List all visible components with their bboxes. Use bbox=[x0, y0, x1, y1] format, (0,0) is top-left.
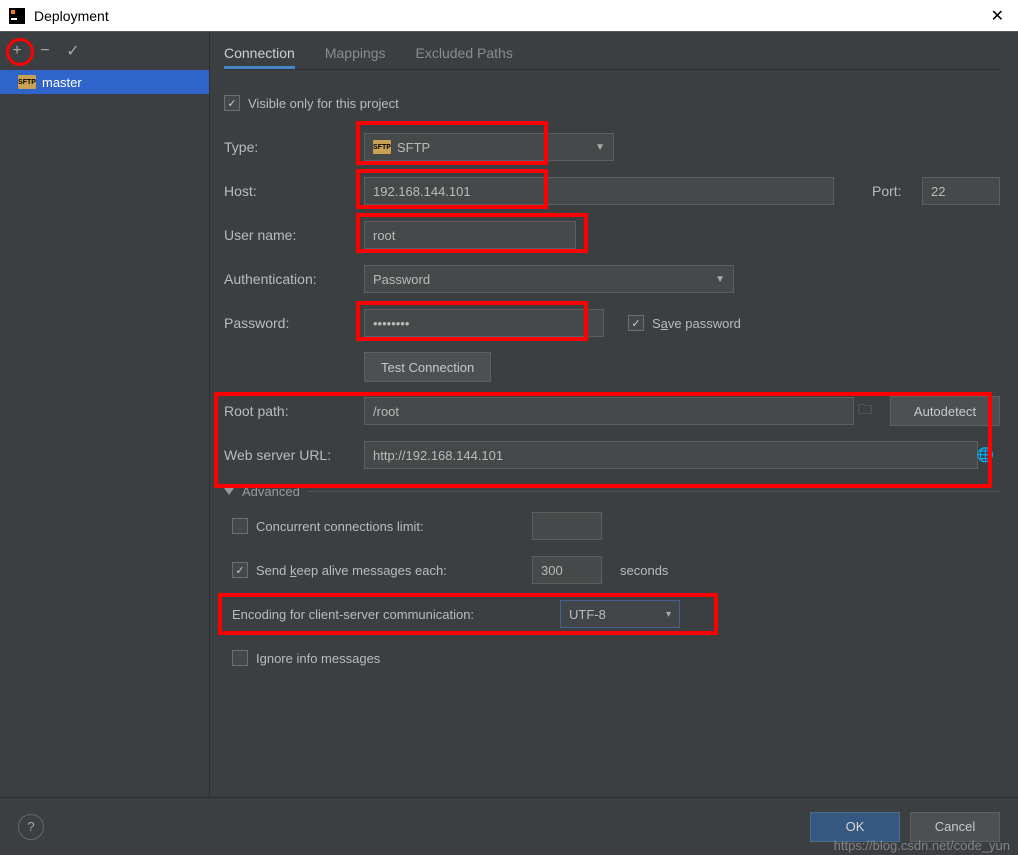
keepalive-label: Send keep alive messages each: bbox=[256, 563, 447, 578]
encoding-combo[interactable]: UTF-8 ▾ bbox=[560, 600, 680, 628]
username-label: User name: bbox=[224, 227, 364, 243]
username-input[interactable] bbox=[364, 221, 576, 249]
row-type: Type: SFTP SFTP ▼ bbox=[224, 132, 1000, 162]
chevron-down-icon bbox=[224, 488, 234, 495]
type-value: SFTP bbox=[397, 140, 430, 155]
auth-value: Password bbox=[373, 272, 430, 287]
weburl-label: Web server URL: bbox=[224, 447, 364, 463]
content-panel: Connection Mappings Excluded Paths ✓ Vis… bbox=[210, 32, 1018, 797]
save-password-checkbox[interactable]: ✓ Save password bbox=[628, 315, 741, 331]
row-password: Password: ✓ Save password bbox=[224, 308, 1000, 338]
row-username: User name: bbox=[224, 220, 1000, 250]
ignore-info-label: Ignore info messages bbox=[256, 651, 380, 666]
save-password-label: Save password bbox=[652, 316, 741, 331]
row-ignore-info: Ignore info messages bbox=[224, 643, 1000, 673]
sidebar: + − ✓ SFTP master bbox=[0, 32, 210, 797]
close-icon[interactable]: ✕ bbox=[985, 6, 1010, 26]
chevron-down-icon: ▼ bbox=[707, 274, 725, 285]
sftp-icon: SFTP bbox=[373, 140, 391, 154]
advanced-header[interactable]: Advanced bbox=[224, 484, 1000, 499]
row-concurrent: Concurrent connections limit: bbox=[224, 511, 1000, 541]
advanced-label: Advanced bbox=[242, 484, 300, 499]
chevron-down-icon: ▼ bbox=[587, 142, 605, 153]
sftp-icon: SFTP bbox=[18, 75, 36, 89]
row-visible-only: ✓ Visible only for this project bbox=[224, 88, 1000, 118]
remove-icon[interactable]: − bbox=[36, 42, 54, 60]
ignore-info-checkbox[interactable]: Ignore info messages bbox=[232, 650, 380, 666]
password-label: Password: bbox=[224, 315, 364, 331]
concurrent-checkbox[interactable]: Concurrent connections limit: bbox=[232, 518, 532, 534]
add-icon[interactable]: + bbox=[8, 42, 26, 60]
password-input[interactable] bbox=[364, 309, 604, 337]
app-icon bbox=[8, 7, 26, 25]
ok-button[interactable]: OK bbox=[810, 812, 900, 842]
chevron-down-icon: ▾ bbox=[658, 609, 671, 620]
keepalive-unit: seconds bbox=[620, 563, 668, 578]
port-label: Port: bbox=[872, 183, 922, 199]
test-connection-button[interactable]: Test Connection bbox=[364, 352, 491, 382]
row-keepalive: ✓ Send keep alive messages each: seconds bbox=[224, 555, 1000, 585]
footer: ? OK Cancel bbox=[0, 797, 1018, 855]
type-label: Type: bbox=[224, 139, 364, 155]
sidebar-item-master[interactable]: SFTP master bbox=[0, 70, 209, 94]
folder-icon[interactable]: 🗀 bbox=[858, 399, 872, 423]
dialog-body: + − ✓ SFTP master Connection Mappings Ex… bbox=[0, 32, 1018, 855]
weburl-input[interactable] bbox=[364, 441, 978, 469]
titlebar: Deployment ✕ bbox=[0, 0, 1018, 32]
visible-only-label: Visible only for this project bbox=[248, 96, 399, 111]
row-rootpath: Root path: 🗀 Autodetect bbox=[224, 396, 1000, 426]
rootpath-label: Root path: bbox=[224, 403, 364, 419]
visible-only-checkbox[interactable]: ✓ Visible only for this project bbox=[224, 95, 399, 111]
tab-mappings[interactable]: Mappings bbox=[325, 45, 386, 69]
type-combo[interactable]: SFTP SFTP ▼ bbox=[364, 133, 614, 161]
host-label: Host: bbox=[224, 183, 364, 199]
row-encoding: Encoding for client-server communication… bbox=[224, 599, 1000, 629]
check-icon: ✓ bbox=[628, 315, 644, 331]
host-input[interactable] bbox=[364, 177, 834, 205]
tabs: Connection Mappings Excluded Paths bbox=[224, 32, 1000, 70]
row-auth: Authentication: Password ▼ bbox=[224, 264, 1000, 294]
tab-excluded[interactable]: Excluded Paths bbox=[416, 45, 513, 69]
check-icon bbox=[232, 518, 248, 534]
tab-connection[interactable]: Connection bbox=[224, 45, 295, 69]
help-button[interactable]: ? bbox=[18, 814, 44, 840]
apply-icon[interactable]: ✓ bbox=[64, 41, 82, 61]
rootpath-input[interactable] bbox=[364, 397, 854, 425]
keepalive-input[interactable] bbox=[532, 556, 602, 584]
port-input[interactable] bbox=[922, 177, 1000, 205]
globe-icon[interactable]: 🌐 bbox=[977, 447, 994, 464]
auth-combo[interactable]: Password ▼ bbox=[364, 265, 734, 293]
row-test: Test Connection bbox=[224, 352, 1000, 382]
encoding-label: Encoding for client-server communication… bbox=[232, 607, 560, 622]
check-icon: ✓ bbox=[232, 562, 248, 578]
server-name-label: master bbox=[42, 75, 82, 90]
window-title: Deployment bbox=[34, 8, 985, 24]
check-icon: ✓ bbox=[224, 95, 240, 111]
keepalive-checkbox[interactable]: ✓ Send keep alive messages each: bbox=[232, 562, 532, 578]
cancel-button[interactable]: Cancel bbox=[910, 812, 1000, 842]
sidebar-toolbar: + − ✓ bbox=[0, 32, 209, 70]
concurrent-label: Concurrent connections limit: bbox=[256, 519, 424, 534]
concurrent-input[interactable] bbox=[532, 512, 602, 540]
row-weburl: Web server URL: 🌐 bbox=[224, 440, 1000, 470]
divider bbox=[308, 491, 1000, 492]
auth-label: Authentication: bbox=[224, 271, 364, 287]
autodetect-button[interactable]: Autodetect bbox=[890, 396, 1000, 426]
encoding-value: UTF-8 bbox=[569, 607, 606, 622]
row-host: Host: Port: bbox=[224, 176, 1000, 206]
root-web-group: Root path: 🗀 Autodetect Web server URL: … bbox=[224, 396, 1000, 470]
main-area: + − ✓ SFTP master Connection Mappings Ex… bbox=[0, 32, 1018, 797]
check-icon bbox=[232, 650, 248, 666]
